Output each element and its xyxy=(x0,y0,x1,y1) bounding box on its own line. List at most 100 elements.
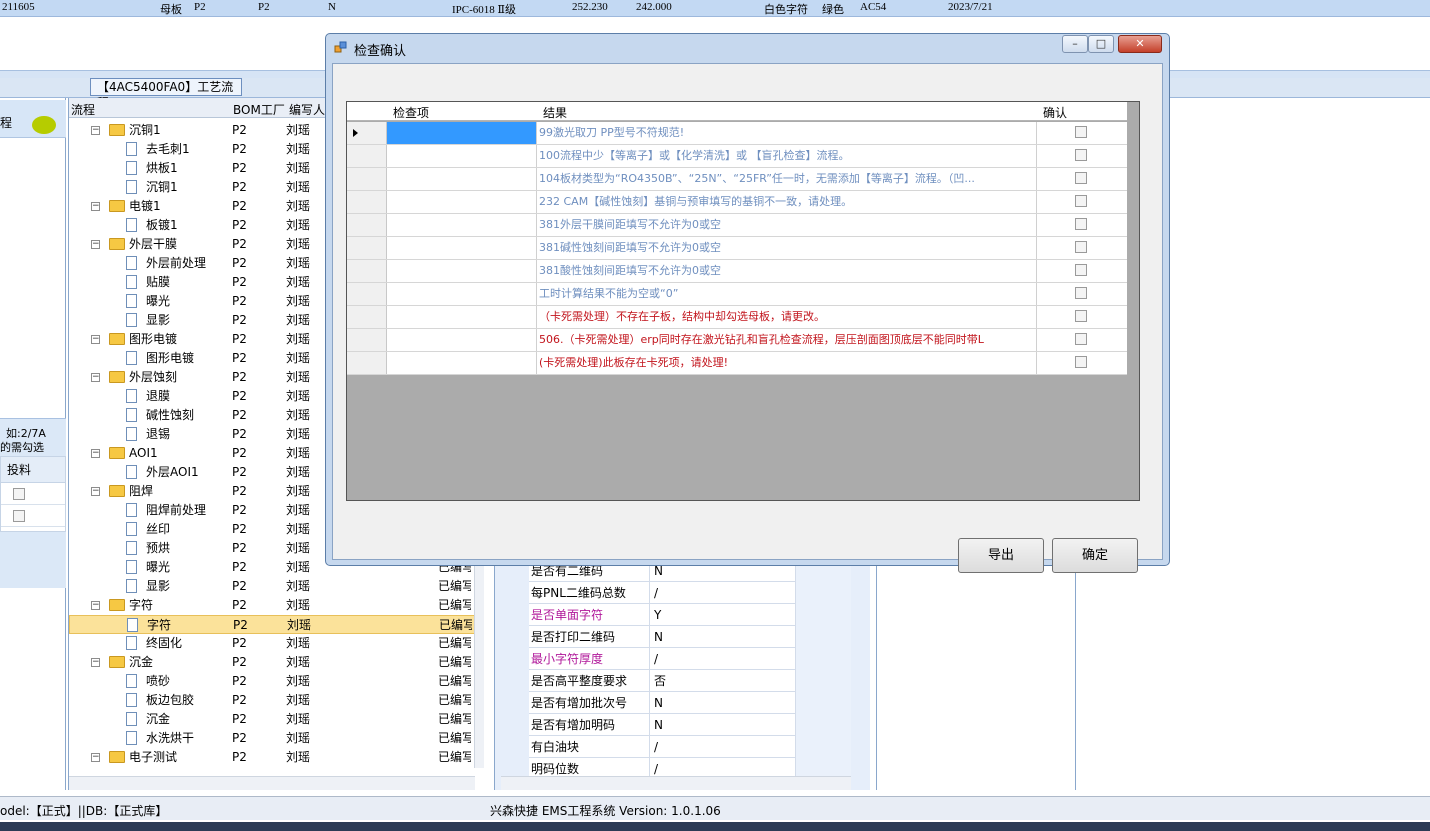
feed-checkbox[interactable] xyxy=(13,488,25,500)
check-item-cell[interactable] xyxy=(387,145,537,167)
confirm-checkbox[interactable] xyxy=(1075,356,1087,368)
tree-row[interactable]: 板边包胶 P2 刘瑶 已编写 xyxy=(69,691,475,710)
minimize-icon[interactable]: – xyxy=(1062,35,1088,53)
property-value[interactable]: / xyxy=(649,582,799,604)
check-item-cell[interactable] xyxy=(387,306,537,328)
tree-row[interactable]: − 电子测试 P2 刘瑶 已编写 xyxy=(69,748,475,767)
check-item-cell[interactable] xyxy=(387,168,537,190)
confirm-checkbox[interactable] xyxy=(1075,126,1087,138)
property-row[interactable]: 每PNL二维码总数 / xyxy=(529,582,851,604)
check-row[interactable]: 381酸性蚀刻间距填写不允许为0或空 xyxy=(347,260,1127,283)
check-row[interactable]: 99激光取刀 PP型号不符规范! xyxy=(347,122,1127,145)
collapse-icon[interactable]: − xyxy=(91,240,100,249)
row-header[interactable] xyxy=(347,283,387,305)
tree-row[interactable]: 字符 P2 刘瑶 已编写 xyxy=(69,615,475,634)
confirm-checkbox[interactable] xyxy=(1075,218,1087,230)
property-row[interactable]: 最小字符厚度 / xyxy=(529,648,851,670)
property-value[interactable]: / xyxy=(649,736,799,758)
tree-row[interactable]: 终固化 P2 刘瑶 已编写 xyxy=(69,634,475,653)
property-value[interactable]: 否 xyxy=(649,670,799,692)
tree-row[interactable]: − 字符 P2 刘瑶 已编写 xyxy=(69,596,475,615)
check-item-cell[interactable] xyxy=(387,214,537,236)
property-value[interactable]: N xyxy=(649,626,799,648)
result-cell[interactable]: 381酸性蚀刻间距填写不允许为0或空 xyxy=(537,260,1037,282)
check-row[interactable]: 381碱性蚀刻间距填写不允许为0或空 xyxy=(347,237,1127,260)
check-row[interactable]: 232 CAM【碱性蚀刻】基铜与预审填写的基铜不一致，请处理。 xyxy=(347,191,1127,214)
property-row[interactable]: 是否有增加批次号 N xyxy=(529,692,851,714)
check-row[interactable]: （卡死需处理）不存在子板，结构中却勾选母板，请更改。 xyxy=(347,306,1127,329)
collapse-icon[interactable]: − xyxy=(91,449,100,458)
property-row[interactable]: 是否有增加明码 N xyxy=(529,714,851,736)
row-header[interactable] xyxy=(347,260,387,282)
export-button[interactable]: 导出 xyxy=(958,538,1044,573)
confirm-checkbox[interactable] xyxy=(1075,310,1087,322)
collapse-icon[interactable]: − xyxy=(91,601,100,610)
check-item-cell[interactable] xyxy=(387,237,537,259)
property-value[interactable]: N xyxy=(649,692,799,714)
maximize-icon[interactable]: □ xyxy=(1088,35,1114,53)
chat-bubble-icon[interactable] xyxy=(32,116,56,134)
collapse-icon[interactable]: − xyxy=(91,126,100,135)
check-row[interactable]: 100流程中少【等离子】或【化学清洗】或 【盲孔检查】流程。 xyxy=(347,145,1127,168)
result-cell[interactable]: 381碱性蚀刻间距填写不允许为0或空 xyxy=(537,237,1037,259)
collapse-icon[interactable]: − xyxy=(91,658,100,667)
collapse-icon[interactable]: − xyxy=(91,202,100,211)
tree-row[interactable]: 喷砂 P2 刘瑶 已编写 xyxy=(69,672,475,691)
row-header[interactable] xyxy=(347,214,387,236)
row-header[interactable] xyxy=(347,352,387,374)
collapse-icon[interactable]: − xyxy=(91,487,100,496)
row-header[interactable] xyxy=(347,122,387,144)
tab-process-flow[interactable]: 【4AC5400FA0】工艺流程 xyxy=(90,78,242,110)
check-item-cell[interactable] xyxy=(387,329,537,351)
property-value[interactable]: N xyxy=(649,714,799,736)
result-cell[interactable]: 104板材类型为“RO4350B”、“25N”、“25FR”任一时，无需添加【等… xyxy=(537,168,1037,190)
property-horizontal-scrollbar[interactable] xyxy=(501,776,851,790)
collapse-icon[interactable]: − xyxy=(91,753,100,762)
result-cell[interactable]: 100流程中少【等离子】或【化学清洗】或 【盲孔检查】流程。 xyxy=(537,145,1037,167)
check-row[interactable]: (卡死需处理)此板存在卡死项，请处理! xyxy=(347,352,1127,375)
confirm-checkbox[interactable] xyxy=(1075,287,1087,299)
collapse-icon[interactable]: − xyxy=(91,335,100,344)
result-cell[interactable]: （卡死需处理）不存在子板，结构中却勾选母板，请更改。 xyxy=(537,306,1037,328)
tree-row[interactable]: − 沉金 P2 刘瑶 已编写 xyxy=(69,653,475,672)
property-value[interactable]: Y xyxy=(649,604,799,626)
confirm-checkbox[interactable] xyxy=(1075,241,1087,253)
check-row[interactable]: 381外层干膜间距填写不允许为0或空 xyxy=(347,214,1127,237)
property-row[interactable]: 是否打印二维码 N xyxy=(529,626,851,648)
row-header[interactable] xyxy=(347,145,387,167)
result-cell[interactable]: 99激光取刀 PP型号不符规范! xyxy=(537,122,1037,144)
row-header[interactable] xyxy=(347,191,387,213)
result-cell[interactable]: 506.（卡死需处理）erp同时存在激光钻孔和盲孔检查流程，层压剖面图顶底层不能… xyxy=(537,329,1037,351)
tree-horizontal-scrollbar[interactable] xyxy=(69,776,475,790)
row-header[interactable] xyxy=(347,306,387,328)
tree-row[interactable]: 显影 P2 刘瑶 已编写 xyxy=(69,577,475,596)
property-row[interactable]: 是否单面字符 Y xyxy=(529,604,851,626)
result-cell[interactable]: 381外层干膜间距填写不允许为0或空 xyxy=(537,214,1037,236)
row-header[interactable] xyxy=(347,168,387,190)
check-item-cell[interactable] xyxy=(387,260,537,282)
check-row[interactable]: 工时计算结果不能为空或“0” xyxy=(347,283,1127,306)
confirm-checkbox[interactable] xyxy=(1075,172,1087,184)
check-item-cell[interactable] xyxy=(387,122,537,144)
check-item-cell[interactable] xyxy=(387,283,537,305)
property-row[interactable]: 有白油块 / xyxy=(529,736,851,758)
tree-row[interactable]: 水洗烘干 P2 刘瑶 已编写 xyxy=(69,729,475,748)
close-icon[interactable]: ✕ xyxy=(1118,35,1162,53)
confirm-checkbox[interactable] xyxy=(1075,195,1087,207)
check-row[interactable]: 506.（卡死需处理）erp同时存在激光钻孔和盲孔检查流程，层压剖面图顶底层不能… xyxy=(347,329,1127,352)
collapse-icon[interactable]: − xyxy=(91,373,100,382)
result-cell[interactable]: 232 CAM【碱性蚀刻】基铜与预审填写的基铜不一致，请处理。 xyxy=(537,191,1037,213)
confirm-checkbox[interactable] xyxy=(1075,149,1087,161)
check-item-cell[interactable] xyxy=(387,352,537,374)
row-header[interactable] xyxy=(347,237,387,259)
result-cell[interactable]: (卡死需处理)此板存在卡死项，请处理! xyxy=(537,352,1037,374)
property-value[interactable]: / xyxy=(649,648,799,670)
ok-button[interactable]: 确定 xyxy=(1052,538,1138,573)
feed-checkbox[interactable] xyxy=(13,510,25,522)
check-item-cell[interactable] xyxy=(387,191,537,213)
row-header[interactable] xyxy=(347,329,387,351)
tree-row[interactable]: 沉金 P2 刘瑶 已编写 xyxy=(69,710,475,729)
check-row[interactable]: 104板材类型为“RO4350B”、“25N”、“25FR”任一时，无需添加【等… xyxy=(347,168,1127,191)
property-row[interactable]: 是否高平整度要求 否 xyxy=(529,670,851,692)
confirm-checkbox[interactable] xyxy=(1075,333,1087,345)
